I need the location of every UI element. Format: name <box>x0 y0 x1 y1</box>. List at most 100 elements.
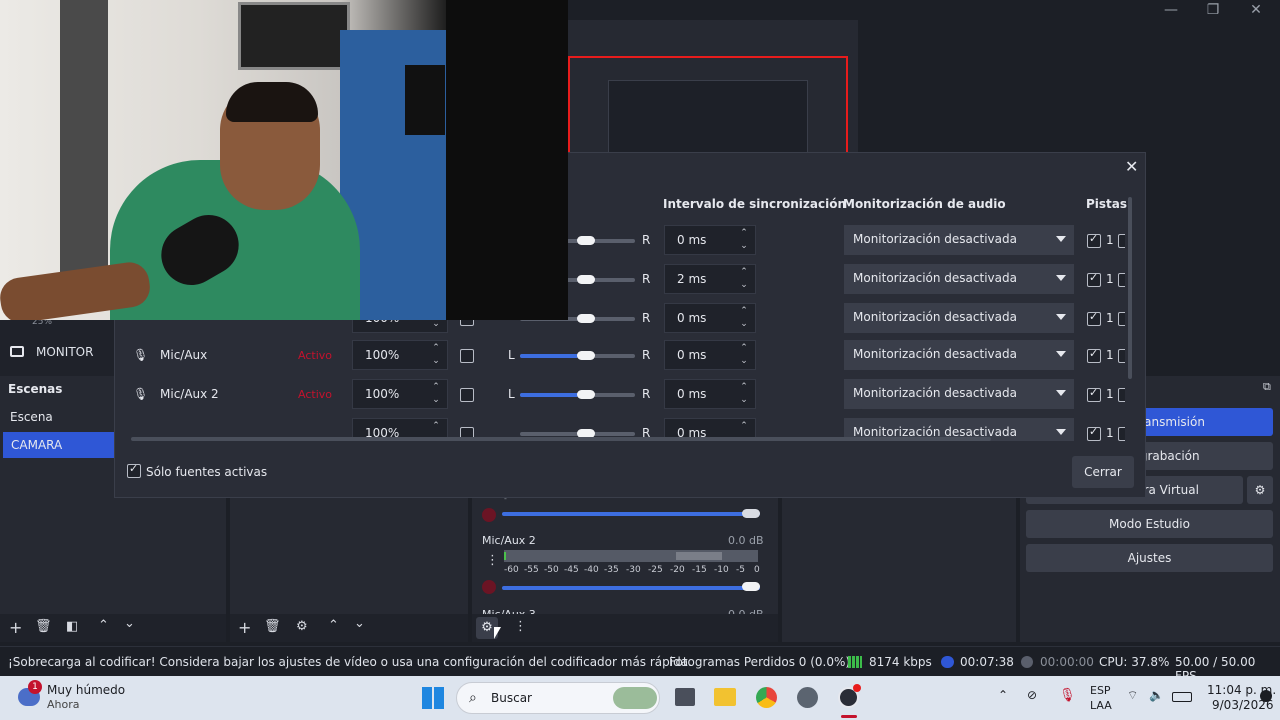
spin-up-icon[interactable]: ⌃ <box>429 382 443 394</box>
tray-icon-1[interactable]: ⊘ <box>1027 688 1037 702</box>
close-window-icon[interactable]: ✕ <box>1234 0 1278 20</box>
spin-up-icon[interactable]: ⌃ <box>429 421 443 433</box>
source-up-icon[interactable]: ⌃ <box>328 618 339 633</box>
monitor-label[interactable]: MONITOR <box>36 345 93 359</box>
spin-up-icon[interactable]: ⌃ <box>429 343 443 355</box>
spin-down-icon[interactable]: ⌄ <box>429 356 443 368</box>
spin-up-icon[interactable]: ⌃ <box>737 343 751 355</box>
tray-overflow-icon[interactable]: ⌃ <box>998 688 1008 702</box>
horizontal-scrollbar[interactable] <box>131 437 991 441</box>
audio-monitoring-select[interactable]: Monitorización desactivada <box>844 303 1074 333</box>
spin-down-icon[interactable]: ⌄ <box>429 395 443 407</box>
start-icon[interactable] <box>422 687 444 709</box>
balance-slider-knob[interactable] <box>577 390 595 399</box>
audio-monitoring-select[interactable]: Monitorización desactivada <box>844 379 1074 409</box>
only-active-label: Sólo fuentes activas <box>146 465 268 479</box>
remove-source-icon[interactable]: 🗑 <box>264 619 281 634</box>
track-checkbox-2[interactable] <box>1118 234 1125 248</box>
spin-down-icon[interactable]: ⌄ <box>737 280 751 292</box>
audio-monitoring-select[interactable]: Monitorización desactivada <box>844 225 1074 255</box>
balance-slider-knob[interactable] <box>577 351 595 360</box>
track-checkbox[interactable] <box>1087 232 1101 248</box>
only-active-checkbox[interactable] <box>127 462 141 478</box>
spin-down-icon[interactable]: ⌄ <box>737 319 751 331</box>
volume-spinbox[interactable]: 100%⌃⌄ <box>352 340 448 370</box>
sync-offset-spinbox[interactable]: 0 ms⌃⌄ <box>664 303 756 333</box>
add-scene-icon[interactable]: + <box>9 618 22 637</box>
move-up-icon[interactable]: ⌃ <box>98 618 109 633</box>
sync-offset-spinbox[interactable]: 0 ms⌃⌄ <box>664 379 756 409</box>
balance-slider-knob[interactable] <box>577 236 595 245</box>
spin-down-icon[interactable]: ⌄ <box>429 319 443 331</box>
track-checkbox[interactable] <box>1087 386 1101 402</box>
mute-icon-1[interactable] <box>482 508 496 522</box>
wifi-icon[interactable]: ⌔ <box>1127 688 1138 703</box>
add-source-icon[interactable]: + <box>238 618 251 637</box>
settings-app-icon[interactable] <box>797 687 818 708</box>
move-down-icon[interactable]: ⌄ <box>124 616 135 631</box>
chrome-icon[interactable] <box>756 687 777 708</box>
maximize-icon[interactable]: ❐ <box>1191 0 1235 20</box>
sync-offset-spinbox[interactable]: 0 ms⌃⌄ <box>664 340 756 370</box>
track-checkbox-2[interactable] <box>1118 388 1125 402</box>
vertical-scrollbar[interactable] <box>1128 197 1132 379</box>
spin-up-icon[interactable]: ⌃ <box>737 382 751 394</box>
mixer-menu-icon[interactable]: ⋮ <box>514 619 527 634</box>
tray-mic-icon[interactable]: 🎙 <box>1059 688 1076 703</box>
notifications-icon[interactable] <box>1260 690 1272 702</box>
scene-filter-icon[interactable]: ◧ <box>66 619 78 634</box>
task-view-icon[interactable] <box>675 688 695 706</box>
audio-monitoring-select[interactable]: Monitorización desactivada <box>844 264 1074 294</box>
taskbar: 1 Muy húmedo Ahora ⌕ Buscar ⌃ ⊘ 🎙 ESP LA… <box>0 676 1280 720</box>
mixer-menu-icon-2[interactable]: ⋮ <box>486 553 499 568</box>
audio-monitoring-select[interactable]: Monitorización desactivada <box>844 340 1074 370</box>
keyboard-layout-2[interactable]: LAA <box>1090 699 1112 712</box>
sync-offset-spinbox[interactable]: 2 ms ⌃ ⌄ <box>664 264 756 294</box>
search-box[interactable]: ⌕ Buscar <box>456 682 660 714</box>
balance-slider-knob[interactable] <box>577 275 595 284</box>
scene-item-escena[interactable]: Escena <box>0 404 114 430</box>
minimize-icon[interactable]: — <box>1149 0 1193 20</box>
studio-mode-button[interactable]: Modo Estudio <box>1026 510 1273 538</box>
track-checkbox-2[interactable] <box>1118 349 1125 363</box>
volume-spinbox[interactable]: 100%⌃⌄ <box>352 379 448 409</box>
mixer-volume-fader-1[interactable] <box>502 512 760 516</box>
spin-up-icon[interactable]: ⌃ <box>737 306 751 318</box>
keyboard-layout-1[interactable]: ESP <box>1090 684 1111 697</box>
track-checkbox-2[interactable] <box>1118 427 1125 441</box>
track-checkbox[interactable] <box>1087 310 1101 326</box>
balance-slider-knob[interactable] <box>577 314 595 323</box>
spin-down-icon[interactable]: ⌄ <box>737 395 751 407</box>
weather-title[interactable]: Muy húmedo <box>47 683 125 697</box>
remove-scene-icon[interactable]: 🗑 <box>35 619 52 634</box>
dialog-close-icon[interactable]: ✕ <box>1125 157 1138 176</box>
track-checkbox-2[interactable] <box>1118 273 1125 287</box>
track-checkbox[interactable] <box>1087 347 1101 363</box>
sync-offset-spinbox[interactable]: 0 ms⌃⌄ <box>664 225 756 255</box>
mute-icon-2[interactable] <box>482 580 496 594</box>
battery-icon[interactable] <box>1172 692 1192 702</box>
mixer-volume-knob-1[interactable] <box>742 509 760 518</box>
mono-checkbox[interactable] <box>460 349 474 363</box>
track-checkbox[interactable] <box>1087 271 1101 287</box>
settings-button[interactable]: Ajustes <box>1026 544 1273 572</box>
spin-up-icon[interactable]: ⌃ <box>737 228 751 240</box>
volume-icon[interactable]: 🔈 <box>1149 688 1164 702</box>
source-settings-icon[interactable]: ⚙ <box>296 619 308 634</box>
virtual-camera-settings-icon[interactable]: ⚙ <box>1247 476 1273 504</box>
mixer-volume-knob-2[interactable] <box>742 582 760 591</box>
mono-checkbox[interactable] <box>460 388 474 402</box>
spin-down-icon[interactable]: ⌄ <box>737 356 751 368</box>
file-explorer-icon[interactable] <box>714 688 736 706</box>
panel-undock-icon[interactable]: ⧉ <box>1263 380 1271 394</box>
track-checkbox-2[interactable] <box>1118 312 1125 326</box>
track-checkbox[interactable] <box>1087 425 1101 441</box>
spin-down-icon[interactable]: ⌄ <box>737 241 751 253</box>
source-down-icon[interactable]: ⌄ <box>354 616 365 631</box>
spin-up-icon[interactable]: ⌃ <box>737 267 751 279</box>
close-dialog-button[interactable]: Cerrar <box>1072 456 1134 488</box>
mixer-volume-fader-2[interactable] <box>502 586 760 590</box>
spin-up-icon[interactable]: ⌃ <box>737 421 751 433</box>
scene-item-camara[interactable]: CAMARA <box>3 432 114 458</box>
balance-right-label: R <box>642 311 651 325</box>
